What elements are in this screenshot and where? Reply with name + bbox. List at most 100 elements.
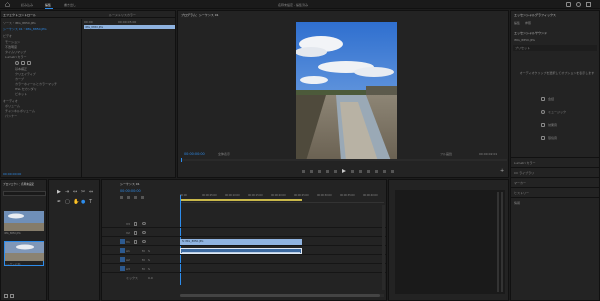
program-add-button-icon[interactable]: + — [500, 168, 504, 174]
effect-time-remap[interactable]: タイムリマップ — [5, 50, 26, 54]
project-search-input[interactable] — [3, 191, 46, 196]
menu-import[interactable]: 読み込み — [21, 3, 33, 7]
play-icon[interactable] — [342, 169, 346, 173]
pen-mask-icon[interactable] — [27, 60, 31, 65]
panel-markers[interactable]: マーカー — [514, 181, 526, 185]
eye-icon[interactable] — [142, 221, 146, 225]
tab-edit[interactable]: 編集 — [514, 21, 520, 25]
program-timecode[interactable]: 00:00:00:00 — [184, 152, 205, 156]
type-music-button[interactable]: ミュージック — [541, 108, 581, 115]
menu-edit[interactable]: 編集 — [45, 3, 51, 7]
rect-mask-icon[interactable] — [21, 60, 25, 65]
lumetri-creative[interactable]: クリエイティブ — [15, 72, 36, 76]
go-in-icon[interactable] — [326, 169, 329, 173]
lift-icon[interactable] — [367, 169, 370, 173]
go-out-icon[interactable] — [359, 169, 362, 173]
mix-value[interactable]: 0.0 — [148, 276, 153, 280]
tab-browse[interactable]: 参照 — [525, 21, 531, 25]
project-tab[interactable]: プロジェクト：名称未設定 — [3, 182, 34, 186]
program-playhead[interactable] — [181, 158, 183, 162]
program-quality-select[interactable]: フル画質 — [440, 152, 452, 156]
video-clip[interactable]: fx IMG_8850.JPG — [180, 238, 302, 245]
add-marker-icon[interactable] — [134, 196, 137, 199]
panel-history[interactable]: ヒストリー — [514, 191, 529, 195]
extract-icon[interactable] — [375, 169, 378, 173]
tab-lumetri-scopes[interactable]: ルーメトリスカラー — [109, 13, 136, 17]
snap-icon[interactable] — [120, 196, 123, 199]
track-select-tool-icon[interactable]: ⇥ — [65, 189, 73, 197]
zoom-tool-icon[interactable]: ● — [81, 199, 89, 207]
type-dialogue-button[interactable]: 会話 — [541, 95, 581, 102]
eye-icon[interactable] — [142, 230, 146, 234]
audio-clip[interactable] — [180, 247, 302, 254]
lumetri-basic[interactable]: 基本補正 — [15, 67, 27, 71]
mute-icon[interactable]: M — [142, 249, 145, 253]
rect-tool-icon[interactable]: ▢ — [65, 199, 73, 207]
track-a1-target[interactable] — [120, 248, 125, 253]
solo-icon[interactable]: S — [148, 249, 150, 253]
quick-export-icon[interactable] — [576, 2, 581, 7]
type-tool-icon[interactable]: T — [89, 199, 97, 207]
preset-row[interactable]: プリセット — [513, 45, 597, 51]
lock-icon[interactable] — [134, 239, 137, 244]
lumetri-hsl[interactable]: HSL セカンダリ — [15, 87, 37, 91]
linked-icon[interactable] — [127, 196, 130, 199]
tab-effect-controls[interactable]: エフェクトコントロール — [3, 13, 36, 17]
program-monitor-tab[interactable]: プログラム：シーケンス 01 — [181, 13, 219, 17]
lumetri-curves[interactable]: カーブ — [15, 77, 24, 81]
audio-panner[interactable]: パンナー — [5, 114, 17, 118]
effect-motion[interactable]: モーション — [5, 40, 20, 44]
lumetri-vignette[interactable]: ビネット — [15, 92, 27, 96]
track-a3-target[interactable] — [120, 266, 125, 271]
track-a2-target[interactable] — [120, 257, 125, 262]
effect-controls-timecode[interactable]: 00:00:00:00 — [3, 172, 21, 176]
list-view-icon[interactable] — [4, 294, 8, 298]
solo-icon[interactable]: S — [148, 267, 150, 271]
essential-graphics-tab[interactable]: エッセンシャルグラフィックス — [514, 13, 556, 17]
workspace-icon[interactable] — [566, 2, 571, 7]
program-scrubber[interactable] — [181, 158, 507, 162]
ripple-tool-icon[interactable]: ↔ — [73, 189, 81, 197]
wrench-icon[interactable] — [141, 196, 144, 199]
program-fit-select[interactable]: 全体表示 — [218, 152, 230, 156]
panel-lumetri-color[interactable]: Lumetri カラー — [514, 161, 536, 165]
eye-icon[interactable] — [142, 239, 146, 243]
solo-icon[interactable]: S — [148, 258, 150, 262]
camera-icon[interactable] — [383, 169, 386, 173]
marker-icon[interactable] — [302, 169, 305, 173]
timeline-vscrollbar[interactable] — [382, 205, 385, 290]
slip-tool-icon[interactable]: ⇔ — [89, 189, 97, 197]
home-icon[interactable] — [5, 2, 10, 7]
timeline-tab[interactable]: シーケンス 01 — [120, 182, 140, 186]
hand-tool-icon[interactable]: ✋ — [73, 199, 81, 207]
ellipse-mask-icon[interactable] — [15, 60, 19, 65]
mute-icon[interactable]: M — [142, 258, 145, 262]
pen-tool-icon[interactable]: ✒ — [57, 199, 65, 207]
mute-icon[interactable]: M — [142, 267, 145, 271]
timeline-timecode[interactable]: 00:00:00:00 — [120, 189, 141, 193]
effect-lumetri[interactable]: Lumetri カラー — [5, 55, 27, 59]
step-forward-icon[interactable] — [351, 169, 354, 173]
timeline-ruler[interactable]: 00:00 00:00:05:00 00:00:10:00 00:00:15:0… — [180, 193, 384, 203]
audio-volume[interactable]: ボリューム — [5, 104, 20, 108]
track-v1-target[interactable] — [120, 239, 125, 244]
fullscreen-icon[interactable] — [586, 2, 591, 7]
type-sfx-button[interactable]: 効果音 — [541, 121, 581, 128]
in-point-icon[interactable] — [310, 169, 313, 173]
selection-tool-icon[interactable]: ▶ — [57, 189, 65, 197]
timeline-scrollbar[interactable] — [180, 294, 384, 297]
program-viewer[interactable] — [296, 22, 397, 161]
project-item-1[interactable]: IMG_8850.JPG — [4, 211, 44, 236]
mini-clip-bar[interactable]: IMG_8850.JPG — [84, 25, 175, 29]
panel-cc-libraries[interactable]: CC ライブラリ — [514, 171, 534, 175]
razor-tool-icon[interactable]: ✂ — [81, 189, 89, 197]
panel-info[interactable]: 情報 — [514, 201, 520, 205]
effect-opacity[interactable]: 不透明度 — [5, 45, 17, 49]
icon-view-icon[interactable] — [10, 294, 14, 298]
lumetri-wheels[interactable]: カラーホイールとカラーマッチ — [15, 82, 57, 86]
work-area-bar[interactable] — [180, 199, 302, 201]
menu-export[interactable]: 書き出し — [64, 3, 76, 7]
type-ambience-button[interactable]: 環境音 — [541, 134, 581, 141]
step-back-icon[interactable] — [334, 169, 337, 173]
project-item-2[interactable]: シーケンス 01 — [4, 241, 44, 266]
